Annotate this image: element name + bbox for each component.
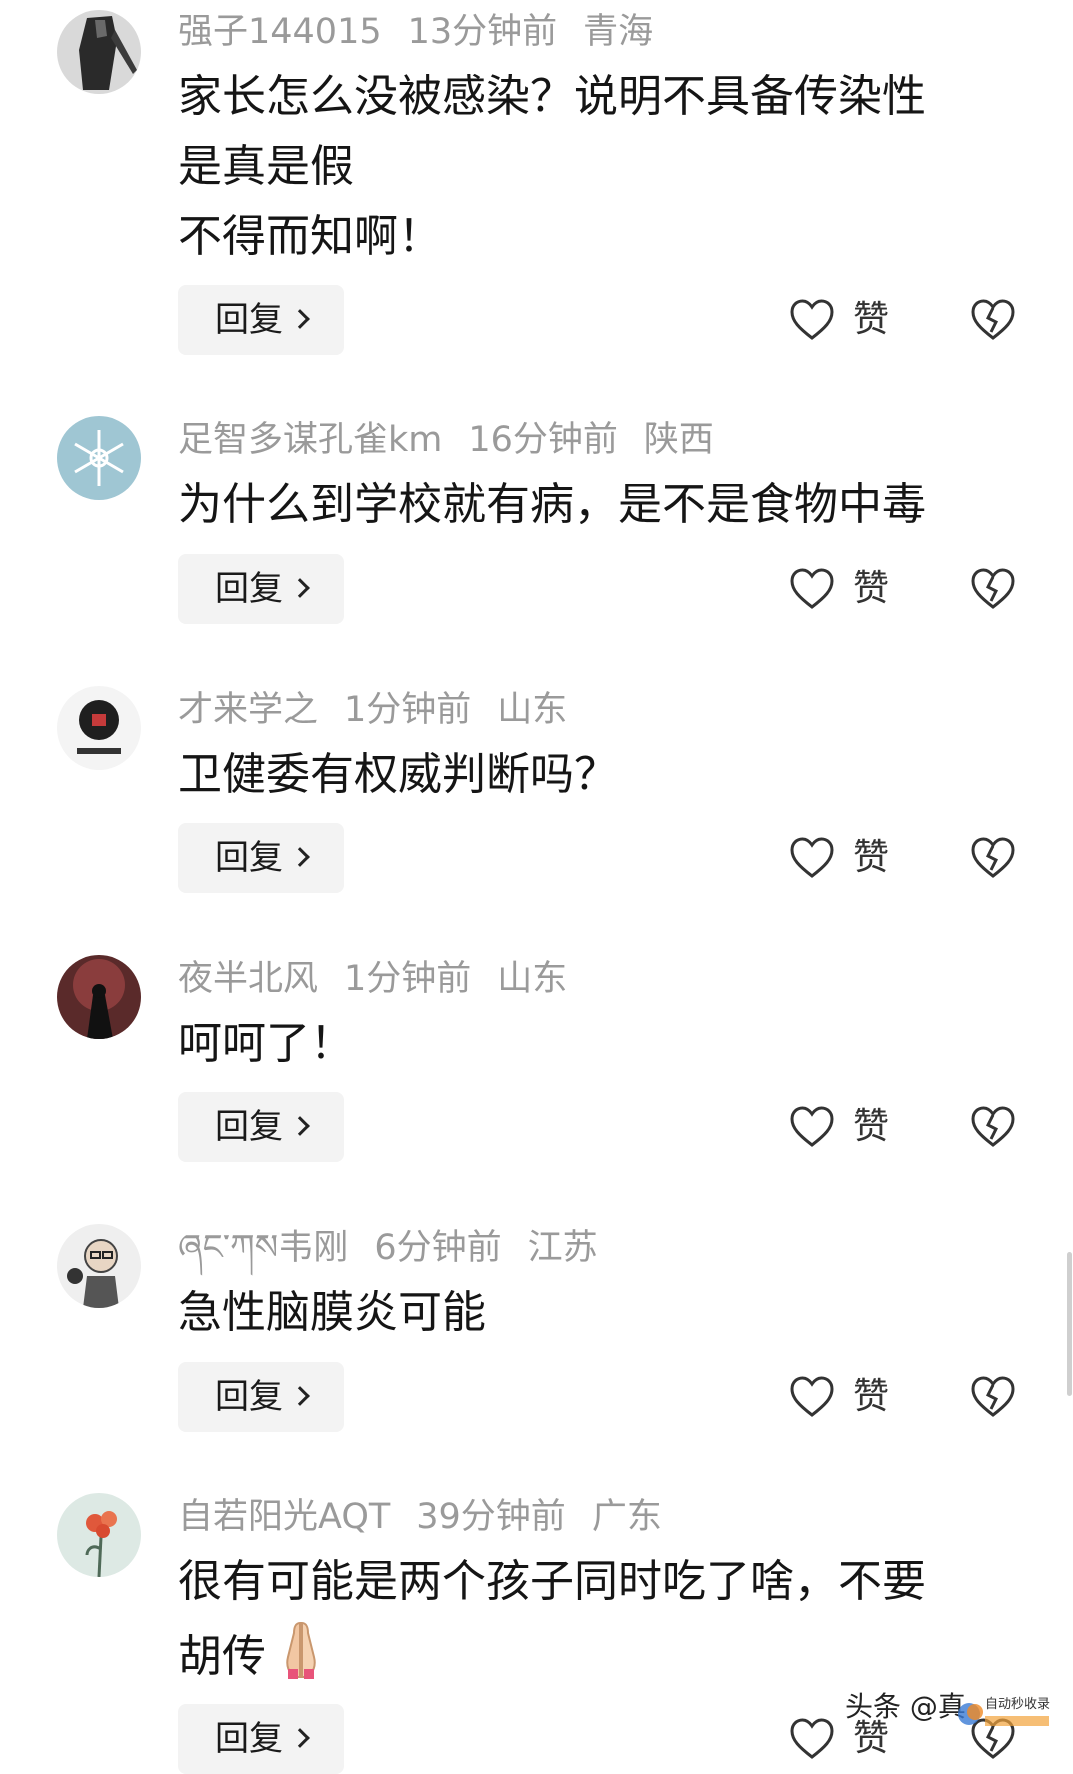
reply-button[interactable]: 回复 [178,1362,344,1432]
location: 广东 [591,1497,662,1537]
avatar-image [57,686,141,770]
comment-line: 呵呵了！ [178,1018,354,1069]
like-label[interactable]: 赞 [853,298,889,342]
comment-line: 胡传 [178,1617,1008,1692]
comment-line-text: 胡传 [178,1631,266,1682]
heart-outline-icon[interactable] [789,298,835,342]
heart-outline-icon[interactable] [789,567,835,611]
heart-outline-icon[interactable] [789,1375,835,1419]
user-avatar[interactable] [57,686,141,770]
scrollbar[interactable] [1067,1252,1072,1396]
avatar-image [57,1224,141,1308]
comment-meta: 自若阳光AQT 39分钟前 广东 [178,1495,688,1539]
location: 陕西 [643,420,714,460]
chevron-right-icon [290,846,310,867]
timestamp: 1分钟前 [344,690,472,730]
chevron-right-icon [290,577,310,598]
comment-meta: 强子144015 13分钟前 青海 [178,10,679,54]
timestamp: 16分钟前 [468,420,618,460]
broken-heart-icon[interactable] [970,836,1016,880]
location: 山东 [497,690,568,730]
reply-label: 回复 [215,300,283,340]
heart-outline-icon[interactable] [789,1717,835,1761]
location: 江苏 [527,1228,598,1268]
avatar-image [57,416,141,500]
username[interactable]: 夜半北风 [178,959,318,999]
location: 山东 [497,959,568,999]
reply-button[interactable]: 回复 [178,554,344,624]
location: 青海 [583,12,654,52]
reply-label: 回复 [215,1377,283,1417]
watermark-text: 头条 @真 [845,1690,966,1723]
comment-line: 是真是假 [178,141,354,192]
comment-list: 强子144015 13分钟前 青海 家长怎么没被感染？说明不具备传染性 是真是假 不… [0,0,1073,1774]
folded-hands-emoji [286,1621,316,1679]
timestamp: 6分钟前 [374,1228,502,1268]
chevron-right-icon [290,308,310,329]
broken-heart-icon[interactable] [970,1105,1016,1149]
comment-text: 为什么到学校就有病，是不是食物中毒 [178,470,1008,540]
like-label[interactable]: 赞 [853,1375,889,1419]
comment-meta: ཞང་ཀས韦刚 6分钟前 江苏 [178,1226,624,1270]
reply-label: 回复 [215,569,283,609]
username[interactable]: 才来学之 [178,690,318,730]
timestamp: 39分钟前 [416,1497,566,1537]
reply-button[interactable]: 回复 [178,1092,344,1162]
username[interactable]: 强子144015 [178,12,382,52]
reply-button[interactable]: 回复 [178,823,344,893]
user-avatar[interactable] [57,416,141,500]
chevron-right-icon [290,1385,310,1406]
comment-line: 不得而知啊！ [178,211,442,262]
comment-meta: 夜半北风 1分钟前 山东 [178,957,593,1001]
user-avatar[interactable] [57,1493,141,1577]
chevron-right-icon [290,1115,310,1136]
avatar-image [57,955,141,1039]
reply-button[interactable]: 回复 [178,1704,344,1774]
like-label[interactable]: 赞 [853,836,889,880]
comment-text: 急性脑膜炎可能 [178,1278,1008,1348]
reply-label: 回复 [215,1107,283,1147]
timestamp: 13分钟前 [407,12,558,52]
comment-meta: 足智多谋孔雀km 16分钟前 陕西 [178,418,740,462]
user-avatar[interactable] [57,10,141,94]
comment-line: 家长怎么没被感染？说明不具备传染性 [178,71,926,122]
watermark-logo-text: 自动秒收录 [985,1697,1050,1712]
avatar-image [57,1493,141,1577]
comment-text: 很有可能是两个孩子同时吃了啥，不要 胡传 [178,1547,1008,1692]
comment-meta: 才来学之 1分钟前 山东 [178,688,593,732]
watermark-logo-graphic: 自动秒收录 [958,1697,1050,1726]
watermark-logo: 自动秒收录 [955,1690,1055,1736]
heart-outline-icon[interactable] [789,836,835,880]
like-label[interactable]: 赞 [853,567,889,611]
reply-button[interactable]: 回复 [178,285,344,355]
like-label[interactable]: 赞 [853,1105,889,1149]
comment-line: 卫健委有权威判断吗？ [178,749,618,800]
comment-line: 急性脑膜炎可能 [178,1287,486,1338]
user-avatar[interactable] [57,1224,141,1308]
user-avatar[interactable] [57,955,141,1039]
reply-label: 回复 [215,838,283,878]
avatar-image [57,10,141,94]
timestamp: 1分钟前 [344,959,472,999]
comment-line: 很有可能是两个孩子同时吃了啥，不要 [178,1556,926,1607]
broken-heart-icon[interactable] [970,567,1016,611]
username[interactable]: 足智多谋孔雀km [178,420,442,460]
broken-heart-icon[interactable] [970,298,1016,342]
comment-text: 呵呵了！ [178,1009,1008,1079]
broken-heart-icon[interactable] [970,1375,1016,1419]
username[interactable]: ཞང་ཀས韦刚 [178,1228,348,1268]
chevron-right-icon [290,1727,310,1748]
reply-label: 回复 [215,1719,283,1759]
heart-outline-icon[interactable] [789,1105,835,1149]
comment-text: 家长怎么没被感染？说明不具备传染性 是真是假 不得而知啊！ [178,62,1008,272]
username[interactable]: 自若阳光AQT [178,1497,390,1537]
comment-text: 卫健委有权威判断吗？ [178,740,1008,810]
comment-line: 为什么到学校就有病，是不是食物中毒 [178,479,926,530]
